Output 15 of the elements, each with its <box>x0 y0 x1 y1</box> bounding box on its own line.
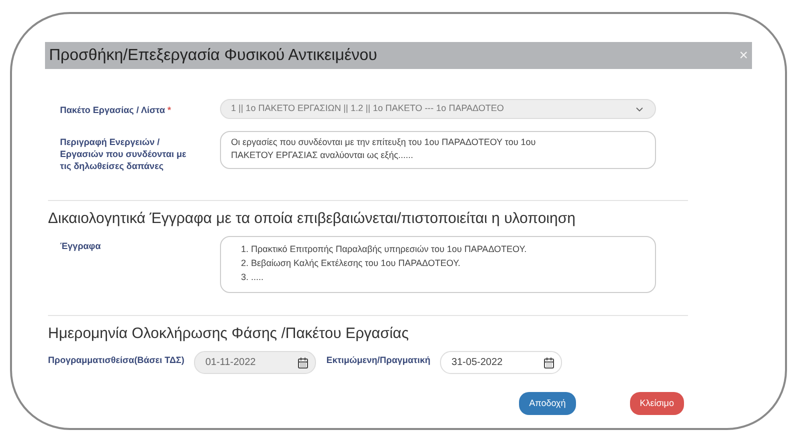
field-label: Περιγραφή Ενεργειών / Εργασιών που συνδέονται με τις δηλωθείσες δαπάνες <box>60 136 188 172</box>
calendar-icon <box>543 356 556 368</box>
field-label: Έγγραφα <box>60 240 102 253</box>
dialog-title: Προσθήκη/Επεξεργασία Φυσικού Αντικειμένου <box>49 46 378 66</box>
section-heading: Δικαιολογητικά Έγγραφα με τα οποία επιβεβαιώνεται/πιστοποιείται η υλοποιηση <box>48 209 576 229</box>
calendar-icon <box>297 356 310 368</box>
field-label: Πακέτο Εργασίας / Λίστα * <box>60 104 172 116</box>
date-field[interactable]: 31-05-2022 <box>440 351 562 374</box>
field-label: Προγραμματισθείσα(Βάσει ΤΔΣ) <box>48 354 184 367</box>
documents-textarea[interactable]: 1. Πρακτικό Επιτροπής Παραλαβής υπηρεσιών του 1ου ΠΑΡΑΔΟΤΕΟΥ. 2. Βεβαίωση Καλής Εκτέλεσης του 1ου ΠΑΡΑΔΟΤΕΟΥ. 3. ..... <box>220 236 656 292</box>
dialog-button[interactable]: Κλείσιμο <box>630 392 684 415</box>
dialog-button[interactable]: Αποδοχή <box>519 392 576 415</box>
field-label: Εκτιμώμενη/Πραγματική <box>326 354 430 367</box>
description-textarea[interactable]: Οι εργασίες που συνδέονται με την επίτευξη του 1ου ΠΑΡΑΔΟΤΕΟΥ του 1ου ΠΑΚΕΤΟΥ ΕΡΓΑΣΙΑΣ αναλύονται ως εξής...... <box>220 131 656 169</box>
section-heading: Ημερομηνία Ολοκλήρωσης Φάσης /Πακέτου Εργασίας <box>48 324 410 344</box>
